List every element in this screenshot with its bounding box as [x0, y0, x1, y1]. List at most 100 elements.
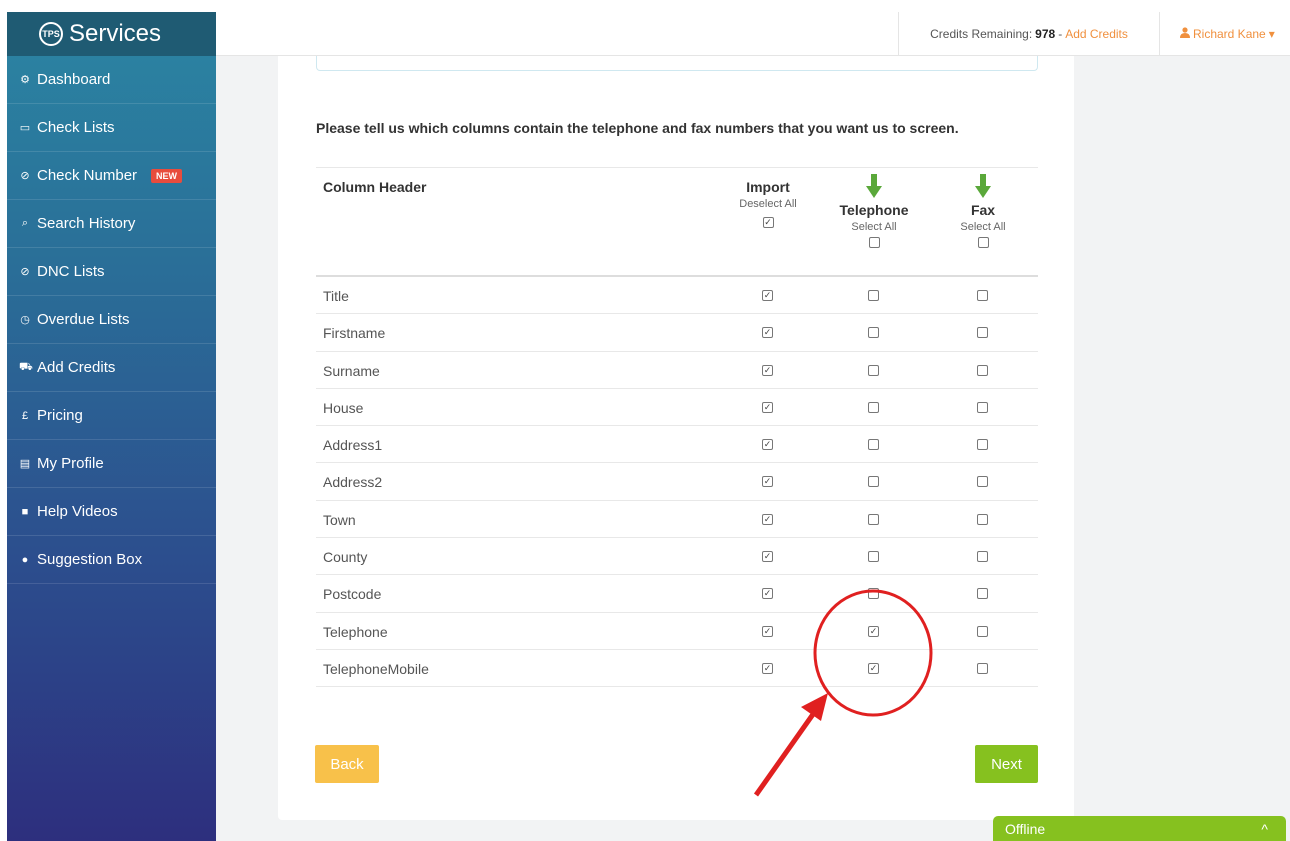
- sidebar-item-label: Dashboard: [37, 71, 111, 88]
- column-header-label: Column Header: [323, 179, 427, 195]
- user-menu[interactable]: Richard Kane ▾: [1180, 12, 1275, 56]
- import-checkbox[interactable]: ✓: [762, 401, 773, 413]
- table-row: Town ✓: [316, 501, 1038, 539]
- fax-checkbox[interactable]: [977, 476, 988, 488]
- column-name: County: [323, 549, 368, 566]
- sidebar-item-check-number[interactable]: ⊘ Check Number NEW: [7, 152, 216, 200]
- import-all-checkbox[interactable]: ✓: [762, 217, 774, 228]
- video-icon: ■: [21, 505, 29, 518]
- telephone-checkbox[interactable]: [868, 513, 879, 525]
- telephone-checkbox[interactable]: [868, 439, 879, 451]
- telephone-all-checkbox[interactable]: [868, 237, 880, 248]
- fax-checkbox[interactable]: [977, 439, 988, 451]
- import-checkbox[interactable]: ✓: [762, 625, 773, 637]
- sidebar-item-add-credits[interactable]: ⛟ Add Credits: [7, 344, 216, 392]
- cart-icon: ⛟: [19, 360, 33, 373]
- chat-status: Offline: [1005, 820, 1046, 837]
- table-header: Column Header Import Deselect All ✓ Tele…: [316, 167, 1038, 277]
- fax-title: Fax: [970, 202, 996, 218]
- brand-name: Services: [69, 20, 162, 47]
- column-name: Town: [323, 511, 356, 528]
- telephone-checkbox[interactable]: [868, 401, 879, 413]
- import-checkbox[interactable]: ✓: [762, 364, 773, 376]
- telephone-checkbox[interactable]: ✓: [868, 662, 879, 674]
- tps-logo-icon: TPS: [39, 22, 63, 46]
- import-checkbox[interactable]: ✓: [762, 476, 773, 488]
- table-row: House ✓: [316, 389, 1038, 427]
- cogs-icon: ⚙: [20, 74, 30, 86]
- next-button[interactable]: Next: [975, 745, 1038, 783]
- sidebar-item-dashboard[interactable]: ⚙ Dashboard: [7, 56, 216, 104]
- import-checkbox[interactable]: ✓: [762, 290, 773, 301]
- table-row: Title ✓: [316, 277, 1038, 315]
- fax-checkbox[interactable]: [977, 625, 988, 637]
- telephone-checkbox[interactable]: [868, 327, 879, 339]
- sidebar: TPS Services ⚙ Dashboard ▭ Check Lists ⊘ Chec…: [7, 12, 216, 841]
- telephone-checkbox[interactable]: [868, 476, 879, 488]
- credits-value: 978: [1035, 27, 1056, 41]
- column-name: TelephoneMobile: [323, 660, 429, 677]
- column-mapping-table: Column Header Import Deselect All ✓ Tele…: [316, 167, 1038, 688]
- arrow-down-icon: [938, 174, 1028, 202]
- table-row: TelephoneMobile ✓ ✓: [316, 650, 1038, 688]
- ban-icon: ⊘: [20, 266, 30, 278]
- sidebar-item-search-history[interactable]: ⌕ Search History: [7, 200, 216, 248]
- import-checkbox[interactable]: ✓: [762, 662, 773, 674]
- sidebar-item-label: Overdue Lists: [37, 311, 130, 328]
- fax-checkbox[interactable]: [977, 401, 988, 413]
- telephone-checkbox[interactable]: [868, 290, 879, 301]
- sidebar-item-overdue-lists[interactable]: ◷ Overdue Lists: [7, 296, 216, 344]
- id-card-icon: ▤: [19, 458, 31, 470]
- import-checkbox[interactable]: ✓: [762, 439, 773, 451]
- fax-checkbox[interactable]: [977, 588, 988, 600]
- sidebar-item-dnc-lists[interactable]: ⊘ DNC Lists: [7, 248, 216, 296]
- fax-checkbox[interactable]: [977, 551, 988, 563]
- new-badge: NEW: [151, 168, 183, 183]
- topbar: Credits Remaining: 978 - Add Credits Ric…: [216, 12, 1290, 56]
- sidebar-item-label: Check Lists: [37, 119, 115, 136]
- import-checkbox[interactable]: ✓: [762, 513, 773, 525]
- table-row: Postcode ✓: [316, 575, 1038, 613]
- brand[interactable]: TPS Services: [7, 12, 216, 56]
- column-name: Address2: [323, 474, 383, 491]
- fax-all-checkbox[interactable]: [977, 237, 989, 248]
- sidebar-item-label: Suggestion Box: [37, 551, 143, 568]
- fax-checkbox[interactable]: [977, 662, 988, 674]
- folder-open-icon: ▭: [19, 122, 31, 134]
- sidebar-item-suggestion-box[interactable]: ● Suggestion Box: [7, 536, 216, 584]
- table-row: Firstname ✓: [316, 314, 1038, 352]
- sidebar-item-pricing[interactable]: £ Pricing: [7, 392, 216, 440]
- telephone-checkbox[interactable]: ✓: [868, 625, 879, 637]
- import-checkbox[interactable]: ✓: [762, 551, 773, 563]
- telephone-checkbox[interactable]: [868, 364, 879, 376]
- telephone-checkbox[interactable]: [868, 588, 879, 600]
- fax-checkbox[interactable]: [977, 364, 988, 376]
- column-name: Postcode: [323, 586, 382, 603]
- fax-checkbox[interactable]: [977, 513, 988, 525]
- sidebar-item-check-lists[interactable]: ▭ Check Lists: [7, 104, 216, 152]
- pound-icon: £: [21, 409, 29, 422]
- import-title: Import: [746, 179, 790, 195]
- table-body: Title ✓ Firstname ✓ Surname ✓ House ✓ Address1 ✓ A…: [316, 277, 1038, 688]
- chat-widget[interactable]: Offline ^: [993, 816, 1286, 841]
- credits-display: Credits Remaining: 978 - Add Credits: [898, 12, 1160, 56]
- import-checkbox[interactable]: ✓: [762, 588, 773, 600]
- fax-checkbox[interactable]: [977, 290, 988, 301]
- caret-down-icon: ▾: [1268, 27, 1275, 41]
- previous-panel-edge: [316, 56, 1038, 71]
- telephone-checkbox[interactable]: [868, 551, 879, 563]
- table-row: Telephone ✓ ✓: [316, 613, 1038, 650]
- sidebar-item-help-videos[interactable]: ■ Help Videos: [7, 488, 216, 536]
- column-name: House: [323, 399, 364, 416]
- user-name: Richard Kane: [1193, 27, 1266, 41]
- sidebar-item-label: My Profile: [37, 455, 104, 472]
- credits-label: Credits Remaining:: [930, 27, 1033, 41]
- add-credits-link[interactable]: Add Credits: [1065, 27, 1128, 41]
- back-button[interactable]: Back: [315, 745, 379, 783]
- sidebar-item-my-profile[interactable]: ▤ My Profile: [7, 440, 216, 488]
- table-row: Address2 ✓: [316, 463, 1038, 501]
- column-name: Address1: [323, 437, 383, 454]
- import-checkbox[interactable]: ✓: [762, 327, 773, 339]
- fax-checkbox[interactable]: [977, 327, 988, 339]
- column-name: Firstname: [323, 325, 386, 342]
